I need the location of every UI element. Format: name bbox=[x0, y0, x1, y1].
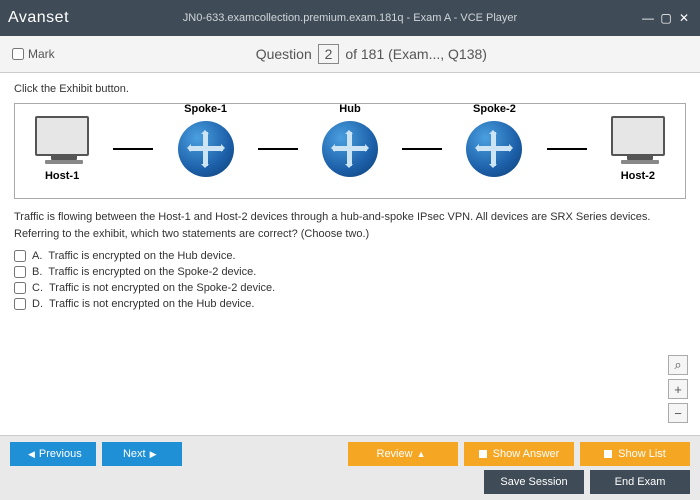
option-c-checkbox[interactable] bbox=[14, 282, 26, 294]
spoke2-node: Spoke-2 bbox=[466, 121, 522, 177]
question-number-box: 2 bbox=[318, 44, 340, 64]
answer-options: A. Traffic is encrypted on the Hub devic… bbox=[14, 250, 686, 310]
hub-node: Hub bbox=[322, 121, 378, 177]
host1-icon bbox=[35, 116, 89, 156]
question-bar: Mark Question 2 of 181 (Exam..., Q138) bbox=[0, 36, 700, 73]
scenario-line1: Traffic is flowing between the Host-1 an… bbox=[14, 209, 686, 226]
next-button[interactable]: Next ▶ bbox=[102, 442, 182, 466]
router-icon bbox=[322, 121, 378, 177]
spoke2-label: Spoke-2 bbox=[473, 103, 516, 115]
zoom-in-button[interactable]: + bbox=[668, 379, 688, 399]
option-a-checkbox[interactable] bbox=[14, 250, 26, 262]
option-text: Traffic is encrypted on the Spoke-2 devi… bbox=[48, 266, 256, 278]
chevron-right-icon: ▶ bbox=[150, 449, 157, 460]
option-b[interactable]: B. Traffic is encrypted on the Spoke-2 d… bbox=[14, 266, 686, 278]
question-scenario: Traffic is flowing between the Host-1 an… bbox=[14, 209, 686, 242]
footer: ◀ Previous Next ▶ Review ▲ Show Answer Show… bbox=[0, 435, 700, 500]
question-instruction: Click the Exhibit button. bbox=[14, 83, 686, 95]
chevron-left-icon: ◀ bbox=[28, 449, 35, 460]
review-button[interactable]: Review ▲ bbox=[348, 442, 458, 466]
option-c[interactable]: C. Traffic is not encrypted on the Spoke… bbox=[14, 282, 686, 294]
titlebar: Avanset JN0-633.examcollection.premium.e… bbox=[0, 0, 700, 36]
mark-checkbox[interactable] bbox=[12, 48, 24, 60]
show-list-label: Show List bbox=[618, 448, 666, 460]
chevron-up-icon: ▲ bbox=[417, 449, 426, 459]
host1-node: Host-1 bbox=[35, 116, 89, 182]
show-list-button[interactable]: Show List bbox=[580, 442, 690, 466]
review-label: Review bbox=[377, 448, 413, 460]
next-label: Next bbox=[123, 448, 146, 460]
exhibit-diagram: Host-1 Spoke-1 Hub Spoke-2 Host-2 bbox=[14, 103, 686, 199]
window-title: JN0-633.examcollection.premium.exam.181q… bbox=[183, 12, 517, 24]
footer-row-1: ◀ Previous Next ▶ Review ▲ Show Answer Show… bbox=[10, 442, 690, 466]
link-s2-h2 bbox=[547, 148, 587, 150]
link-s1-hub bbox=[258, 148, 298, 150]
option-d-checkbox[interactable] bbox=[14, 298, 26, 310]
spoke1-label: Spoke-1 bbox=[184, 103, 227, 115]
app-window: Avanset JN0-633.examcollection.premium.e… bbox=[0, 0, 700, 500]
host2-icon bbox=[611, 116, 665, 156]
zoom-out-button[interactable]: − bbox=[668, 403, 688, 423]
content-area: Click the Exhibit button. Host-1 Spoke-1… bbox=[0, 73, 700, 435]
option-letter: D. bbox=[32, 298, 43, 310]
zoom-controls: ⌕ + − bbox=[668, 355, 688, 423]
option-letter: C. bbox=[32, 282, 43, 294]
previous-button[interactable]: ◀ Previous bbox=[10, 442, 96, 466]
link-hub-s2 bbox=[402, 148, 442, 150]
spoke1-node: Spoke-1 bbox=[178, 121, 234, 177]
option-b-checkbox[interactable] bbox=[14, 266, 26, 278]
option-d[interactable]: D. Traffic is not encrypted on the Hub d… bbox=[14, 298, 686, 310]
host1-label: Host-1 bbox=[35, 170, 89, 182]
router-icon bbox=[466, 121, 522, 177]
scenario-line2: Referring to the exhibit, which two stat… bbox=[14, 226, 686, 243]
link-h1-s1 bbox=[113, 148, 153, 150]
router-icon bbox=[178, 121, 234, 177]
mark-label: Mark bbox=[28, 47, 55, 61]
show-answer-label: Show Answer bbox=[493, 448, 560, 460]
option-text: Traffic is not encrypted on the Spoke-2 … bbox=[49, 282, 275, 294]
question-word: Question bbox=[256, 46, 312, 62]
question-position: Question 2 of 181 (Exam..., Q138) bbox=[256, 44, 487, 64]
maximize-button[interactable]: ▢ bbox=[658, 11, 674, 25]
host2-label: Host-2 bbox=[611, 170, 665, 182]
window-controls: — ▢ ✕ bbox=[640, 11, 692, 25]
close-button[interactable]: ✕ bbox=[676, 11, 692, 25]
previous-label: Previous bbox=[39, 448, 82, 460]
app-logo: Avanset bbox=[8, 9, 69, 27]
zoom-reset-button[interactable]: ⌕ bbox=[668, 355, 688, 375]
question-total: of 181 (Exam..., Q138) bbox=[345, 46, 487, 62]
square-icon bbox=[604, 450, 612, 458]
hub-label: Hub bbox=[339, 103, 360, 115]
show-answer-button[interactable]: Show Answer bbox=[464, 442, 574, 466]
option-letter: B. bbox=[32, 266, 42, 278]
end-exam-button[interactable]: End Exam bbox=[590, 470, 690, 494]
option-a[interactable]: A. Traffic is encrypted on the Hub devic… bbox=[14, 250, 686, 262]
host2-node: Host-2 bbox=[611, 116, 665, 182]
option-letter: A. bbox=[32, 250, 42, 262]
minimize-button[interactable]: — bbox=[640, 11, 656, 25]
option-text: Traffic is encrypted on the Hub device. bbox=[48, 250, 235, 262]
save-session-button[interactable]: Save Session bbox=[484, 470, 584, 494]
square-icon bbox=[479, 450, 487, 458]
mark-checkbox-container[interactable]: Mark bbox=[12, 47, 55, 61]
footer-row-2: Save Session End Exam bbox=[10, 470, 690, 494]
option-text: Traffic is not encrypted on the Hub devi… bbox=[49, 298, 254, 310]
